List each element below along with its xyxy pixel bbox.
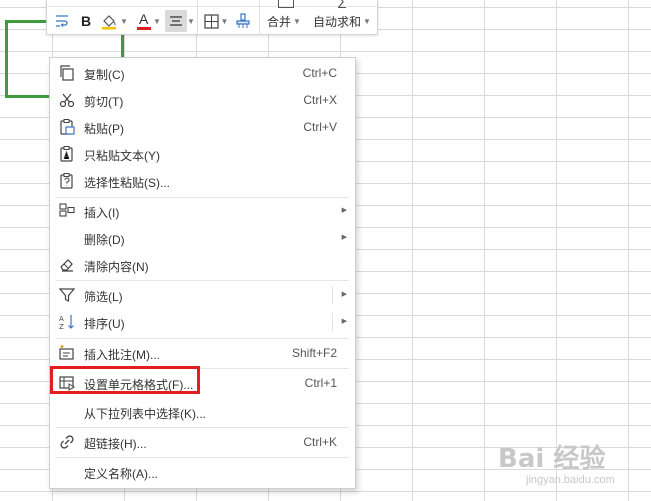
submenu-arrow-icon[interactable]: ▶ [342,317,347,325]
menu-item-define-name[interactable]: 定义名称(A)... [50,459,355,485]
submenu-arrow-icon: ▶ [341,234,347,241]
paste-text-icon [60,146,73,162]
menu-item-label: 复制(C) [84,68,125,82]
menu-item-label: 排序(U) [84,317,125,331]
menu-item-delete[interactable]: 删除(D) ▶ [50,225,355,251]
watermark: Bai 经验 jingyan.baidu.com [498,438,648,498]
chevron-down-icon[interactable]: ▼ [293,17,301,26]
merge-label: 合并 [267,14,292,29]
menu-item-label: 超链接(H)... [84,437,147,451]
menu-item-pick-from-list[interactable]: 从下拉列表中选择(K)... [50,399,355,425]
menu-item-label: 删除(D) [84,233,125,247]
submenu-divider [332,313,333,331]
bold-label: B [80,13,92,29]
menu-item-label: 选择性粘贴(S)... [84,176,170,190]
font-color-bar [137,27,152,30]
menu-item-insert-comment[interactable]: 插入批注(M)... Shift+F2 [50,340,355,366]
insert-icon [59,203,75,217]
submenu-divider [332,286,333,304]
highlight-box [50,366,200,394]
paint-bucket-icon [102,15,117,30]
selection-border-bottom [5,95,49,98]
borders-button[interactable]: ▼ [202,10,230,32]
scissors-icon [59,93,75,108]
chevron-down-icon[interactable]: ▼ [221,17,229,26]
autosum-button[interactable]: 自动求和 ▼ [311,10,373,32]
format-painter-icon [236,13,250,28]
menu-item-shortcut: Ctrl+X [303,93,337,107]
menu-item-label: 剪切(T) [84,95,124,109]
autosum-label: 自动求和 [313,14,362,29]
filter-icon [58,288,76,302]
menu-separator [56,427,349,428]
menu-item-label: 从下拉列表中选择(K)... [84,407,206,421]
submenu-arrow-icon[interactable]: ▶ [342,290,347,298]
chevron-down-icon[interactable]: ▼ [120,17,128,26]
menu-item-clear-contents[interactable]: 清除内容(N) [50,252,355,278]
menu-item-shortcut: Ctrl+C [302,66,337,80]
svg-text:Z: Z [59,323,64,331]
link-icon [60,435,74,449]
menu-item-label: 清除内容(N) [84,260,149,274]
bold-button[interactable]: B [77,10,95,32]
menu-item-insert[interactable]: 插入(I) ▶ [50,198,355,224]
menu-item-paste-text-only[interactable]: 只粘贴文本(Y) [50,141,355,167]
menu-item-copy[interactable]: 复制(C) Ctrl+C [50,60,355,86]
toolbar-divider [259,0,260,34]
menu-separator [56,338,349,339]
menu-item-sort[interactable]: AZ 排序(U) ▶ [50,309,355,335]
selection-border-top [5,20,47,23]
sort-icon: AZ [59,315,74,331]
chevron-down-icon[interactable]: ▼ [363,17,371,26]
menu-item-label: 只粘贴文本(Y) [84,149,160,163]
menu-item-shortcut: Ctrl+V [303,120,337,134]
merge-icon [278,0,294,8]
menu-item-cut[interactable]: 剪切(T) Ctrl+X [50,87,355,113]
paste-icon [60,119,75,135]
menu-item-hyperlink[interactable]: 超链接(H)... Ctrl+K [50,429,355,455]
menu-separator [56,280,349,281]
menu-separator [56,457,349,458]
fill-color-button[interactable]: ▼ [99,10,129,32]
submenu-arrow-icon: ▶ [341,207,347,214]
menu-item-filter[interactable]: 筛选(L) ▶ [50,282,355,308]
mini-toolbar: B ▼ A ▼ ▼ ▼ 合并 ▼ 自动求和 ▼ ∑ [46,0,378,35]
menu-item-shortcut: Ctrl+K [303,435,337,449]
copy-icon [60,65,74,81]
menu-item-paste-special[interactable]: 选择性粘贴(S)... [50,168,355,194]
menu-item-label: 插入批注(M)... [84,348,160,362]
menu-item-paste[interactable]: 粘贴(P) Ctrl+V [50,114,355,140]
menu-item-shortcut: Shift+F2 [291,346,337,360]
eraser-icon [60,259,73,272]
menu-item-label: 粘贴(P) [84,122,124,136]
menu-item-label: 插入(I) [84,206,120,220]
align-center-button[interactable] [165,10,187,32]
wrap-text-button[interactable] [52,10,72,32]
chevron-down-icon[interactable]: ▼ [153,17,161,26]
align-dropdown[interactable]: ▼ [187,10,195,32]
watermark-text: Bai 经验 [498,444,606,474]
font-color-label: A [139,11,149,27]
font-color-button[interactable]: A ▼ [135,10,163,32]
selection-border-right [121,34,124,58]
merge-button[interactable]: 合并 ▼ [265,10,303,32]
sigma-icon: ∑ [337,0,347,8]
svg-text:A: A [59,315,64,323]
toolbar-top-row [47,0,377,7]
selection-border-left [5,20,8,98]
wrap-text-icon [56,15,68,27]
menu-item-label: 定义名称(A)... [84,467,158,481]
chevron-down-icon: ▼ [187,16,195,26]
paste-special-icon [60,173,73,189]
comment-icon [59,345,74,360]
context-menu: 复制(C) Ctrl+C 剪切(T) Ctrl+X 粘贴(P) Ctrl+V 只… [49,57,356,489]
format-painter-button[interactable] [233,10,253,32]
toolbar-divider [197,0,198,34]
borders-icon [203,13,219,29]
menu-item-label: 筛选(L) [84,290,123,304]
watermark-subtext: jingyan.baidu.com [526,474,615,486]
align-center-icon [170,16,182,26]
menu-item-shortcut: Ctrl+1 [304,376,337,390]
